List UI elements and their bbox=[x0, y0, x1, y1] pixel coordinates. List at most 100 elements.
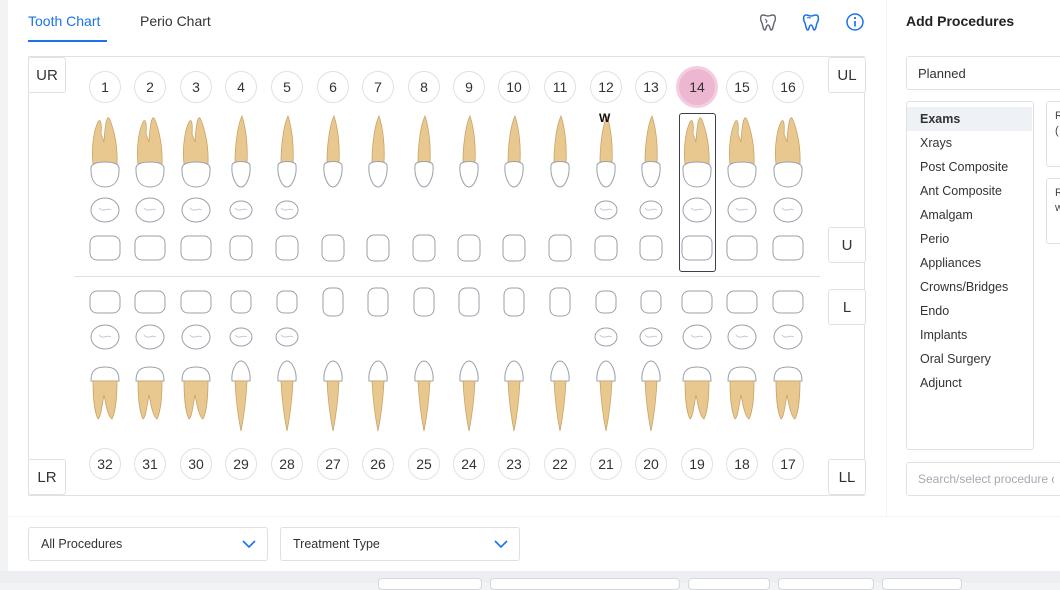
category-crowns-bridges[interactable]: Crowns/Bridges bbox=[907, 275, 1033, 299]
tooth-number-17[interactable]: 17 bbox=[772, 448, 804, 480]
tooth-13-side[interactable] bbox=[639, 114, 663, 190]
tooth-19-occlusal[interactable] bbox=[682, 323, 712, 351]
tooth-3-side[interactable] bbox=[179, 114, 213, 190]
tooth-21-side[interactable] bbox=[594, 357, 618, 433]
tooth-16-side[interactable] bbox=[771, 114, 805, 190]
tooth-18-occlusal[interactable] bbox=[727, 323, 757, 351]
tooth-31-side[interactable] bbox=[133, 357, 167, 433]
footer-button[interactable] bbox=[688, 578, 770, 590]
tooth-number-30[interactable]: 30 bbox=[180, 448, 212, 480]
tooth-number-15[interactable]: 15 bbox=[726, 71, 758, 103]
tooth-18-side[interactable] bbox=[725, 357, 759, 433]
tooth-6-side[interactable] bbox=[320, 114, 346, 190]
category-oral-surgery[interactable]: Oral Surgery bbox=[907, 347, 1033, 371]
tooth-number-5[interactable]: 5 bbox=[271, 71, 303, 103]
tooth-4-side[interactable] bbox=[229, 114, 253, 190]
tooth-2-facial[interactable] bbox=[134, 235, 166, 261]
tooth-number-27[interactable]: 27 bbox=[317, 448, 349, 480]
tooth-30-side[interactable] bbox=[179, 357, 213, 433]
category-exams[interactable]: Exams bbox=[907, 107, 1032, 131]
tooth-11-side[interactable] bbox=[547, 114, 573, 190]
tooth-2-side[interactable] bbox=[133, 114, 167, 190]
tooth-4-facial[interactable] bbox=[229, 235, 253, 261]
tooth-26-facial[interactable] bbox=[367, 287, 389, 317]
tooth-number-3[interactable]: 3 bbox=[180, 71, 212, 103]
lower-arch-button[interactable]: L bbox=[828, 289, 866, 325]
tooth-17-side[interactable] bbox=[771, 357, 805, 433]
tooth-28-facial[interactable] bbox=[276, 290, 298, 314]
category-post-composite[interactable]: Post Composite bbox=[907, 155, 1033, 179]
tooth-32-facial[interactable] bbox=[89, 290, 121, 314]
tooth-5-side[interactable] bbox=[275, 114, 299, 190]
tooth-9-facial[interactable] bbox=[457, 234, 481, 262]
tooth-8-facial[interactable] bbox=[412, 234, 436, 262]
tooth-number-14[interactable]: 14 bbox=[676, 66, 718, 108]
tooth-23-side[interactable] bbox=[502, 357, 526, 433]
tooth-number-24[interactable]: 24 bbox=[453, 448, 485, 480]
tooth-7-facial[interactable] bbox=[366, 234, 390, 262]
tooth-24-facial[interactable] bbox=[458, 287, 480, 317]
tooth-28-occlusal[interactable] bbox=[275, 326, 299, 348]
tooth-13-occlusal[interactable] bbox=[639, 199, 663, 221]
tooth-number-9[interactable]: 9 bbox=[453, 71, 485, 103]
tooth-3-occlusal[interactable] bbox=[181, 196, 211, 224]
tooth-15-facial[interactable] bbox=[726, 235, 758, 261]
tooth-15-side[interactable] bbox=[725, 114, 759, 190]
procedure-card[interactable]: R w bbox=[1046, 178, 1060, 244]
upper-arch-button[interactable]: U bbox=[828, 227, 866, 263]
tooth-10-facial[interactable] bbox=[502, 234, 526, 262]
tooth-21-occlusal[interactable] bbox=[594, 326, 618, 348]
tooth-29-occlusal[interactable] bbox=[229, 326, 253, 348]
all-procedures-dropdown[interactable]: All Procedures bbox=[28, 527, 268, 561]
quadrant-ll-button[interactable]: LL bbox=[828, 459, 866, 495]
tooth-10-side[interactable] bbox=[501, 114, 527, 190]
tooth-25-side[interactable] bbox=[412, 357, 436, 433]
tooth-31-occlusal[interactable] bbox=[135, 323, 165, 351]
tooth-20-facial[interactable] bbox=[640, 290, 662, 314]
tooth-number-19[interactable]: 19 bbox=[681, 448, 713, 480]
tooth-number-6[interactable]: 6 bbox=[317, 71, 349, 103]
procedure-search-input[interactable] bbox=[906, 462, 1060, 496]
tooth-number-10[interactable]: 10 bbox=[498, 71, 530, 103]
tooth-number-1[interactable]: 1 bbox=[89, 71, 121, 103]
tooth-number-20[interactable]: 20 bbox=[635, 448, 667, 480]
tooth-30-facial[interactable] bbox=[180, 290, 212, 314]
tooth-number-23[interactable]: 23 bbox=[498, 448, 530, 480]
tooth-number-21[interactable]: 21 bbox=[590, 448, 622, 480]
tooth-26-side[interactable] bbox=[366, 357, 390, 433]
category-perio[interactable]: Perio bbox=[907, 227, 1033, 251]
tooth-filled-icon[interactable] bbox=[800, 11, 822, 33]
tooth-16-facial[interactable] bbox=[772, 235, 804, 261]
tooth-number-25[interactable]: 25 bbox=[408, 448, 440, 480]
tooth-27-facial[interactable] bbox=[322, 287, 344, 317]
tooth-11-facial[interactable] bbox=[548, 234, 572, 262]
tooth-12-side[interactable] bbox=[594, 114, 618, 190]
category-implants[interactable]: Implants bbox=[907, 323, 1033, 347]
tooth-8-side[interactable] bbox=[411, 114, 437, 190]
tooth-12-occlusal[interactable] bbox=[594, 199, 618, 221]
tooth-20-side[interactable] bbox=[639, 357, 663, 433]
tooth-27-side[interactable] bbox=[321, 357, 345, 433]
tooth-20-occlusal[interactable] bbox=[639, 326, 663, 348]
tooth-number-2[interactable]: 2 bbox=[134, 71, 166, 103]
tooth-32-occlusal[interactable] bbox=[90, 323, 120, 351]
tab-perio-chart[interactable]: Perio Chart bbox=[140, 13, 211, 29]
category-ant-composite[interactable]: Ant Composite bbox=[907, 179, 1033, 203]
tooth-1-facial[interactable] bbox=[89, 235, 121, 261]
tooth-30-occlusal[interactable] bbox=[181, 323, 211, 351]
tooth-29-facial[interactable] bbox=[230, 290, 252, 314]
procedure-card[interactable]: R ( bbox=[1046, 101, 1060, 167]
tooth-21-facial[interactable] bbox=[595, 290, 617, 314]
quadrant-lr-button[interactable]: LR bbox=[28, 459, 66, 495]
tooth-number-32[interactable]: 32 bbox=[89, 448, 121, 480]
footer-button[interactable] bbox=[778, 578, 874, 590]
tooth-1-occlusal[interactable] bbox=[90, 196, 120, 224]
tooth-number-7[interactable]: 7 bbox=[362, 71, 394, 103]
tooth-24-side[interactable] bbox=[457, 357, 481, 433]
footer-button[interactable] bbox=[378, 578, 482, 590]
tooth-23-facial[interactable] bbox=[503, 287, 525, 317]
tooth-16-occlusal[interactable] bbox=[773, 196, 803, 224]
tooth-14-facial[interactable] bbox=[681, 235, 713, 261]
tooth-outline-icon[interactable] bbox=[757, 11, 779, 33]
tooth-number-4[interactable]: 4 bbox=[225, 71, 257, 103]
